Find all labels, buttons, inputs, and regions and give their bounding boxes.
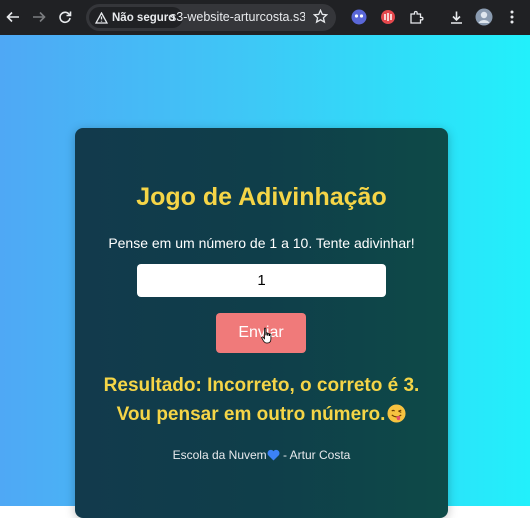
menu-button[interactable] — [502, 7, 522, 27]
profile-button[interactable] — [474, 7, 494, 27]
download-icon — [450, 11, 462, 24]
instructions-text: Pense em um número de 1 a 10. Tente adiv… — [108, 235, 415, 251]
browser-toolbar: Não seguro s3-website-arturcosta.s3-... — [0, 0, 530, 35]
extension-icon — [409, 10, 423, 24]
back-arrow-icon — [6, 11, 19, 23]
game-card: Jogo de Adivinhação Pense em um número d… — [75, 128, 448, 518]
forward-arrow-icon — [33, 11, 46, 23]
page-title: Jogo de Adivinhação — [136, 183, 387, 211]
reload-button[interactable] — [54, 6, 76, 28]
hand-cursor-icon — [261, 327, 272, 344]
result-message: Resultado: Incorreto, o correto é 3. Vou… — [75, 371, 448, 429]
result-line-2: Vou pensar em outro número. — [116, 404, 386, 425]
record-extension-icon — [381, 10, 395, 24]
forward-button[interactable] — [28, 6, 50, 28]
downloads-button[interactable] — [446, 7, 466, 27]
footer-school: Escola da Nuvem — [172, 448, 267, 462]
blue-heart-icon — [267, 449, 280, 461]
reload-icon — [59, 11, 72, 24]
footer-author: - Artur Costa — [279, 448, 351, 462]
extensions-button[interactable] — [406, 7, 426, 27]
extension-red-button[interactable] — [378, 7, 398, 27]
tongue-face-icon — [387, 404, 406, 423]
result-line-1: Resultado: Incorreto, o correto é 3. — [103, 375, 420, 396]
guess-input[interactable] — [137, 264, 386, 297]
avatar — [475, 8, 493, 26]
more-vert-icon — [510, 10, 514, 24]
star-icon — [312, 8, 329, 24]
address-bar[interactable]: Não seguro s3-website-arturcosta.s3-... — [86, 4, 336, 31]
ghost-extension-icon — [351, 9, 367, 25]
footer: Escola da Nuvem - Artur Costa — [75, 448, 448, 462]
back-button[interactable] — [2, 6, 24, 28]
url-text[interactable]: s3-website-arturcosta.s3-... — [170, 10, 305, 24]
page-background: Jogo de Adivinhação Pense em um número d… — [0, 35, 530, 518]
security-label: Não seguro — [112, 11, 176, 24]
bookmark-button[interactable] — [312, 8, 329, 29]
extension-ghost-button[interactable] — [349, 7, 369, 27]
warning-icon — [95, 11, 108, 24]
